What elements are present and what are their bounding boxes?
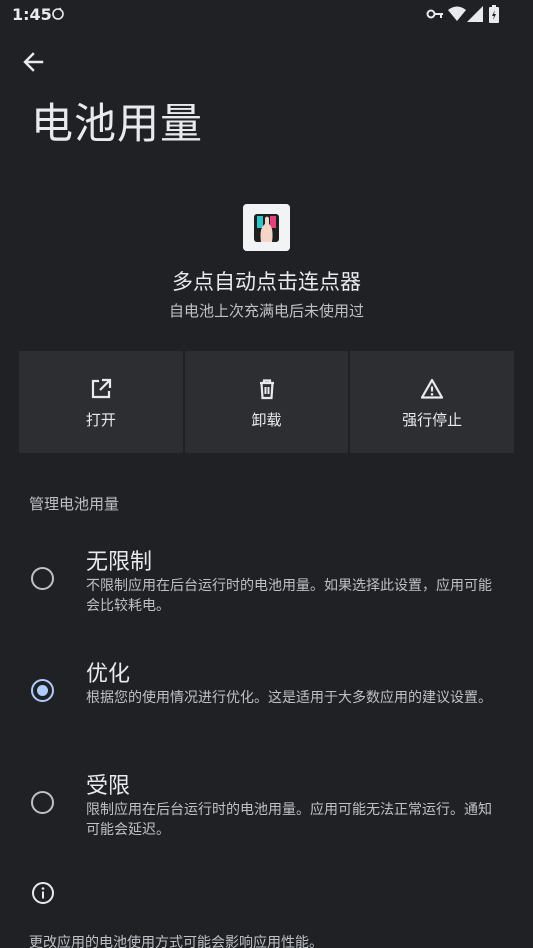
uninstall-button[interactable]: 卸载 bbox=[184, 351, 349, 453]
option-optimized[interactable]: 优化 根据您的使用情况进行优化。这是适用于大多数应用的建议设置。 bbox=[0, 652, 533, 732]
radio-restricted[interactable] bbox=[31, 791, 54, 814]
wifi-icon bbox=[448, 6, 466, 21]
open-button[interactable]: 打开 bbox=[19, 351, 183, 453]
key-icon bbox=[426, 9, 443, 19]
app-actions: 打开 卸载 强行停止 bbox=[19, 351, 515, 453]
footer-info-text: 更改应用的电池使用方式可能会影响应用性能。 bbox=[29, 935, 323, 948]
option-title-optimized: 优化 bbox=[86, 662, 131, 687]
warning-icon bbox=[421, 378, 444, 399]
back-button[interactable] bbox=[17, 46, 49, 78]
force-stop-label: 强行停止 bbox=[402, 411, 463, 429]
option-desc-optimized: 根据您的使用情况进行优化。这是适用于大多数应用的建议设置。 bbox=[86, 690, 492, 706]
option-desc-restricted: 限制应用在后台运行时的电池用量。应用可能无法正常运行。通知可能会延迟。 bbox=[86, 802, 492, 838]
open-label: 打开 bbox=[85, 411, 116, 429]
app-name: 多点自动点击连点器 bbox=[172, 270, 361, 294]
battery-usage-screen: 1:45 电池用量 多点自动点击连点器 自电池上次充满电后未使用过 打开 卸载 … bbox=[0, 0, 533, 948]
status-bar: 1:45 bbox=[0, 0, 533, 30]
app-icon bbox=[243, 204, 290, 251]
page-title: 电池用量 bbox=[31, 99, 204, 148]
uninstall-label: 卸载 bbox=[251, 411, 282, 429]
arrow-back-icon bbox=[23, 52, 44, 72]
radio-unrestricted[interactable] bbox=[31, 567, 54, 590]
option-restricted[interactable]: 受限 限制应用在后台运行时的电池用量。应用可能无法正常运行。通知可能会延迟。 bbox=[0, 764, 533, 844]
signal-icon bbox=[467, 6, 483, 22]
open-external-icon bbox=[91, 378, 111, 399]
trash-icon bbox=[259, 379, 274, 400]
sync-icon bbox=[52, 7, 64, 20]
info-icon bbox=[32, 882, 54, 904]
app-usage-subtitle: 自电池上次充满电后未使用过 bbox=[168, 302, 364, 320]
battery-icon bbox=[489, 5, 499, 23]
option-desc-unrestricted: 不限制应用在后台运行时的电池用量。如果选择此设置，应用可能会比较耗电。 bbox=[86, 578, 492, 614]
section-header-manage-battery: 管理电池用量 bbox=[29, 495, 120, 513]
option-unrestricted[interactable]: 无限制 不限制应用在后台运行时的电池用量。如果选择此设置，应用可能会比较耗电。 bbox=[0, 540, 533, 620]
force-stop-button[interactable]: 强行停止 bbox=[350, 351, 515, 453]
radio-optimized[interactable] bbox=[31, 679, 54, 702]
status-time: 1:45 bbox=[12, 5, 52, 24]
option-title-unrestricted: 无限制 bbox=[86, 550, 153, 575]
option-title-restricted: 受限 bbox=[86, 774, 131, 799]
